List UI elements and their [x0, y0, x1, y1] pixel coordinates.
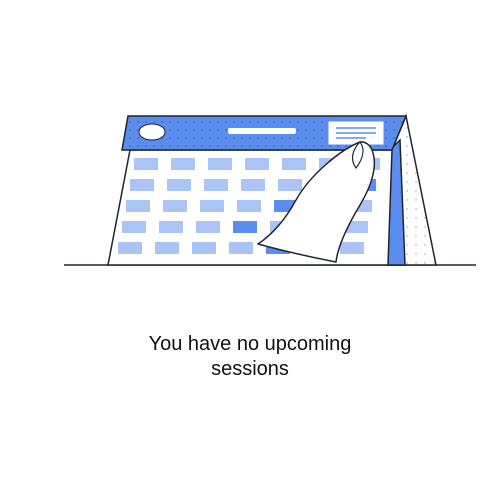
empty-state-page: You have no upcoming sessions	[0, 0, 500, 500]
calendar-cell	[155, 242, 179, 254]
calendar-cell	[163, 200, 187, 212]
calendar-cell	[159, 221, 183, 233]
empty-state-message-line1: You have no upcoming	[148, 333, 352, 355]
calendar-header-bar	[228, 128, 296, 134]
calendar-cell	[278, 179, 302, 191]
calendar-cell	[241, 179, 265, 191]
calendar-cell	[245, 158, 269, 170]
calendar-cell	[192, 242, 216, 254]
empty-state-message-line2: sessions	[211, 358, 289, 380]
calendar-cell	[233, 221, 257, 233]
calendar-cell	[130, 179, 154, 191]
calendar-header-circle	[138, 123, 166, 141]
calendar-cell	[171, 158, 195, 170]
calendar-cell	[134, 158, 158, 170]
calendar-cell	[229, 242, 253, 254]
calendar-cell	[122, 221, 146, 233]
calendar-cell	[340, 242, 364, 254]
calendar-cell	[208, 158, 232, 170]
calendar-cell	[118, 242, 142, 254]
calendar-cell	[167, 179, 191, 191]
calendar-page-flip-icon	[64, 113, 476, 266]
calendar-cell	[196, 221, 220, 233]
calendar-cell	[282, 158, 306, 170]
calendar-cell	[204, 179, 228, 191]
calendar-cell	[237, 200, 261, 212]
calendar-cell	[200, 200, 224, 212]
calendar-cell	[126, 200, 150, 212]
empty-state-message: You have no upcoming sessions	[0, 332, 500, 382]
